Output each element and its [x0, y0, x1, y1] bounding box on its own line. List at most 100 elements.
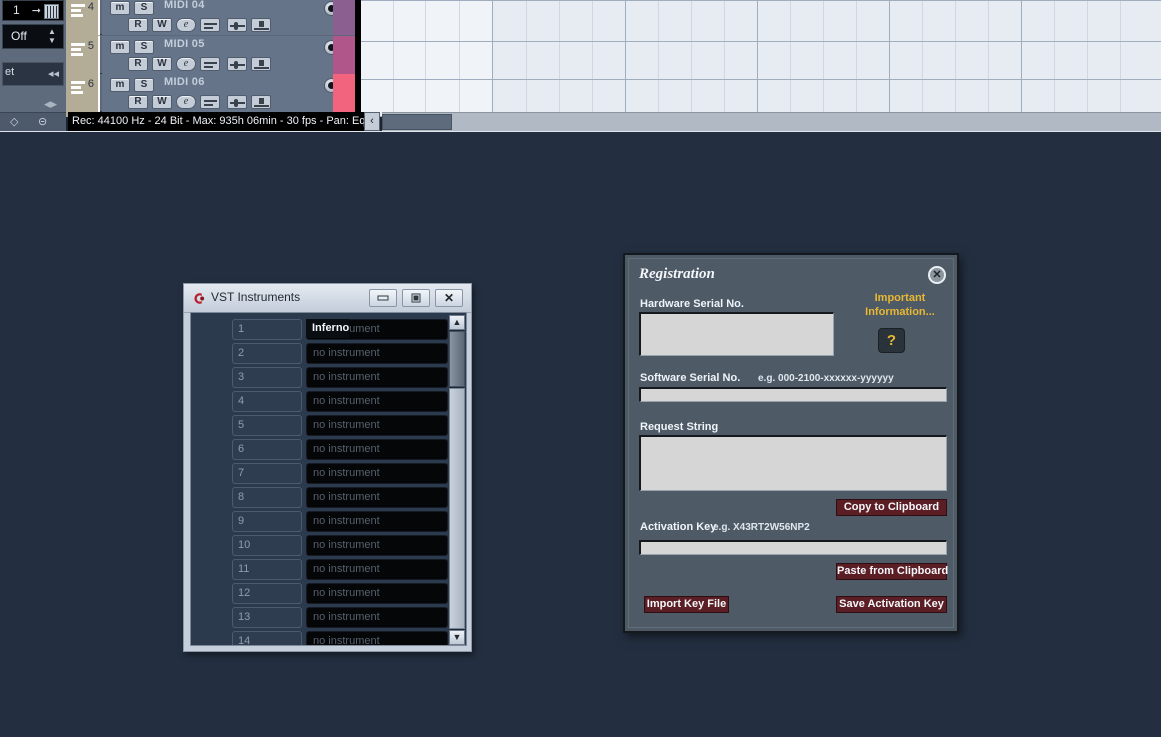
rewind-icon[interactable]: ◂◂ [48, 67, 59, 80]
mute-button[interactable]: m [110, 78, 130, 92]
slot-number[interactable]: 12 [232, 583, 302, 604]
slot-instrument[interactable]: no instrument [306, 583, 448, 604]
edit-channel-button[interactable]: e [176, 95, 196, 109]
slot-number[interactable]: 10 [232, 535, 302, 556]
scrollbar-track[interactable] [449, 388, 465, 629]
minimize-button[interactable] [369, 289, 397, 307]
list-item[interactable]: 9 no instrument [193, 511, 449, 535]
scrollbar-thumb[interactable] [382, 114, 452, 130]
list-item[interactable]: 8 no instrument [193, 487, 449, 511]
slot-instrument[interactable]: no instrument [306, 487, 448, 508]
volume-fader-icon[interactable] [227, 18, 247, 32]
table-row[interactable]: 5 m S MIDI 05 R W e [66, 36, 355, 74]
slot-number[interactable]: 4 [232, 391, 302, 412]
slot-number[interactable]: 6 [232, 439, 302, 460]
horizontal-scrollbar[interactable] [382, 112, 1161, 131]
mute-button[interactable]: m [110, 40, 130, 54]
table-row[interactable]: 4 m S MIDI 04 R W e [66, 0, 355, 35]
paste-from-clipboard-button[interactable]: Paste from Clipboard [836, 563, 948, 580]
lane-display-icon[interactable] [200, 18, 220, 32]
scrollbar-thumb[interactable] [449, 331, 465, 387]
keyboard-icon[interactable] [44, 4, 59, 19]
important-info-line2[interactable]: Information... [850, 305, 950, 319]
copy-to-clipboard-button[interactable]: Copy to Clipboard [836, 499, 947, 516]
edit-channel-button[interactable]: e [176, 18, 196, 32]
cycle-markers-icon[interactable]: ◂▸ [44, 96, 57, 112]
slot-instrument[interactable]: no instrument [306, 343, 448, 364]
close-icon[interactable]: ✕ [928, 266, 946, 284]
slot-instrument[interactable]: no instrument [306, 607, 448, 628]
list-item[interactable]: 12 no instrument [193, 583, 449, 607]
write-automation-button[interactable]: W [152, 57, 172, 71]
inspector-preset-row[interactable]: et ◂◂ [2, 62, 64, 86]
list-item[interactable]: 3 no instrument [193, 367, 449, 391]
activation-key-field[interactable] [639, 540, 947, 555]
hardware-serial-field[interactable] [639, 312, 834, 356]
solo-button[interactable]: S [134, 1, 154, 15]
lane-display-icon[interactable] [200, 95, 220, 109]
slot-number[interactable]: 5 [232, 415, 302, 436]
list-item[interactable]: 11 no instrument [193, 559, 449, 583]
read-automation-button[interactable]: R [128, 57, 148, 71]
list-item[interactable]: 2 no instrument [193, 343, 449, 367]
slot-instrument[interactable]: no instrument [306, 439, 448, 460]
list-item[interactable]: 14 no instrument [193, 631, 449, 645]
list-item[interactable]: 5 no instrument [193, 415, 449, 439]
scroll-up-button[interactable]: ▲ [449, 315, 465, 330]
list-item[interactable]: 6 no instrument [193, 439, 449, 463]
restore-button[interactable] [402, 289, 430, 307]
pan-control-icon[interactable] [251, 57, 271, 71]
slot-number[interactable]: 1 [232, 319, 302, 340]
solo-button[interactable]: S [134, 40, 154, 54]
slot-instrument[interactable]: no instrument [306, 535, 448, 556]
list-item[interactable]: 10 no instrument [193, 535, 449, 559]
list-item[interactable]: 7 no instrument [193, 463, 449, 487]
import-key-file-button[interactable]: Import Key File [644, 596, 729, 613]
software-serial-field[interactable] [639, 387, 947, 402]
slot-instrument[interactable]: no instrument [306, 391, 448, 412]
save-activation-key-button[interactable]: Save Activation Key [836, 596, 947, 613]
read-automation-button[interactable]: R [128, 95, 148, 109]
volume-fader-icon[interactable] [227, 57, 247, 71]
pan-control-icon[interactable] [251, 95, 271, 109]
volume-fader-icon[interactable] [227, 95, 247, 109]
slot-instrument[interactable]: no instrument [306, 463, 448, 484]
close-button[interactable]: ✕ [435, 289, 463, 307]
slot-instrument[interactable]: no instrument [306, 631, 448, 645]
help-button[interactable]: ? [878, 328, 905, 353]
edit-channel-button[interactable]: e [176, 57, 196, 71]
slot-instrument[interactable]: no instrument [306, 511, 448, 532]
slot-number[interactable]: 2 [232, 343, 302, 364]
table-row[interactable]: 6 m S MIDI 06 R W e [66, 74, 355, 112]
pan-control-icon[interactable] [251, 18, 271, 32]
write-automation-button[interactable]: W [152, 18, 172, 32]
solo-button[interactable]: S [134, 78, 154, 92]
spinner-icon[interactable]: ▲ ▼ [47, 27, 57, 45]
list-item[interactable]: 1 no instrument Inferno [193, 319, 449, 343]
slot-instrument[interactable]: no instrument [306, 367, 448, 388]
important-info-line1[interactable]: Important [850, 291, 950, 305]
inspector-off-row[interactable]: Off ▲ ▼ [2, 24, 64, 49]
slot-number[interactable]: 9 [232, 511, 302, 532]
vst-title-bar[interactable]: VST Instruments ✕ [184, 284, 471, 313]
inspector-track-row[interactable]: 1 ➞ [2, 0, 64, 21]
slot-number[interactable]: 11 [232, 559, 302, 580]
scroll-down-button[interactable]: ▼ [449, 630, 465, 645]
list-item[interactable]: 13 no instrument [193, 607, 449, 631]
read-automation-button[interactable]: R [128, 18, 148, 32]
slot-number[interactable]: 7 [232, 463, 302, 484]
slot-number[interactable]: 8 [232, 487, 302, 508]
arrange-grid[interactable] [361, 0, 1161, 117]
slot-number[interactable]: 13 [232, 607, 302, 628]
write-automation-button[interactable]: W [152, 95, 172, 109]
slot-instrument[interactable]: no instrument [306, 559, 448, 580]
slot-number[interactable]: 14 [232, 631, 302, 645]
request-string-field[interactable] [639, 435, 947, 491]
list-item[interactable]: 4 no instrument [193, 391, 449, 415]
mute-button[interactable]: m [110, 1, 130, 15]
vertical-scrollbar[interactable]: ▲ ▼ [449, 315, 465, 645]
scroll-left-button[interactable]: ‹ [364, 112, 380, 131]
slot-number[interactable]: 3 [232, 367, 302, 388]
slot-instrument[interactable]: no instrument [306, 415, 448, 436]
lane-display-icon[interactable] [200, 57, 220, 71]
